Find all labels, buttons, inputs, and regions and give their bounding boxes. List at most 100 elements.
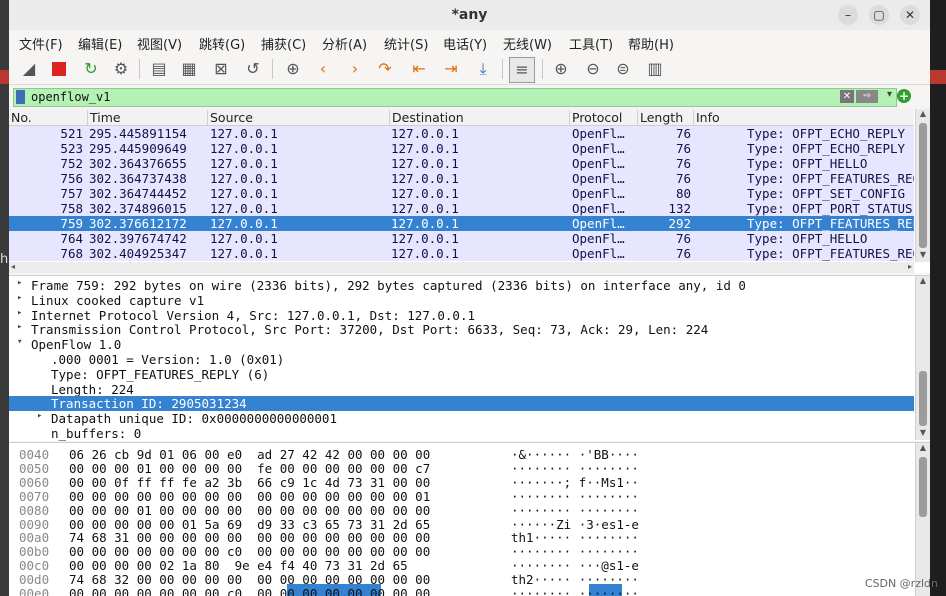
column-source[interactable]: Source	[207, 110, 253, 125]
byte-ascii[interactable]: ·&······ ·'BB····	[511, 447, 639, 462]
scroll-thumb[interactable]	[919, 371, 927, 426]
byte-offset[interactable]: 00a0	[19, 530, 49, 545]
menu-view[interactable]: 视图(V)	[137, 34, 182, 53]
collapsed-arrow-icon[interactable]: ▸	[17, 308, 22, 318]
detail-row[interactable]: n_buffers: 0	[9, 426, 914, 441]
packet-row[interactable]: 752 302.364376655 127.0.0.1 127.0.0.1 OpenFl…	[9, 156, 914, 171]
details-scrollbar[interactable]: ▲ ▼	[915, 276, 930, 440]
byte-hex[interactable]: 00 00 00 00 00 00 00 00 00 00 00 00 00 0…	[69, 489, 430, 504]
detail-row[interactable]: Length: 224	[9, 382, 914, 397]
byte-offset[interactable]: 00d0	[19, 572, 49, 587]
go-first-icon[interactable]: ⇤	[407, 57, 431, 81]
maximize-button[interactable]: ▢	[869, 5, 889, 25]
menu-capture[interactable]: 捕获(C)	[261, 34, 306, 53]
menu-analyze[interactable]: 分析(A)	[322, 34, 367, 53]
scroll-up-icon[interactable]: ▲	[916, 276, 930, 288]
save-file-icon[interactable]: ▦	[177, 57, 201, 81]
expanded-arrow-icon[interactable]: ▾	[17, 337, 22, 347]
collapsed-arrow-icon[interactable]: ▸	[17, 293, 22, 303]
byte-hex[interactable]: 74 68 31 00 00 00 00 00 00 00 00 00 00 0…	[69, 530, 430, 545]
collapsed-arrow-icon[interactable]: ▸	[17, 322, 22, 332]
go-to-packet-icon[interactable]: ↷	[373, 57, 397, 81]
scroll-up-icon[interactable]: ▲	[916, 109, 930, 121]
zoom-in-icon[interactable]: ⊕	[549, 57, 573, 81]
byte-offset[interactable]: 00b0	[19, 544, 49, 559]
detail-row[interactable]: ▸ Frame 759: 292 bytes on wire (2336 bits…	[9, 278, 914, 293]
byte-offset[interactable]: 0050	[19, 461, 49, 476]
stop-capture-icon[interactable]	[47, 57, 71, 81]
column-protocol[interactable]: Protocol	[569, 110, 622, 125]
byte-offset[interactable]: 0090	[19, 517, 49, 532]
bytes-scrollbar[interactable]: ▲	[915, 443, 930, 596]
close-file-icon[interactable]: ⊠	[209, 57, 233, 81]
packet-row[interactable]: 768 302.404925347 127.0.0.1 127.0.0.1 OpenFl…	[9, 246, 914, 261]
find-packet-icon[interactable]: ⊕	[281, 57, 305, 81]
packet-row[interactable]: 758 302.374896015 127.0.0.1 127.0.0.1 OpenFl…	[9, 201, 914, 216]
packet-row[interactable]: 764 302.397674742 127.0.0.1 127.0.0.1 OpenFl…	[9, 231, 914, 246]
byte-hex[interactable]: 00 00 0f ff ff fe a2 3b 66 c9 1c 4d 73 3…	[69, 475, 430, 490]
byte-offset[interactable]: 0080	[19, 503, 49, 518]
byte-hex[interactable]: 00 00 00 01 00 00 00 00 00 00 00 00 00 0…	[69, 503, 430, 518]
scroll-thumb[interactable]	[919, 457, 927, 517]
normal-size-icon[interactable]: ⊜	[611, 57, 635, 81]
detail-row[interactable]: ▸ Transmission Control Protocol, Src Port…	[9, 322, 914, 337]
scroll-down-icon[interactable]: ▼	[916, 250, 930, 262]
bookmark-icon[interactable]	[16, 90, 25, 104]
detail-row[interactable]: Type: OFPT_FEATURES_REPLY (6)	[9, 367, 914, 382]
go-back-icon[interactable]: ‹	[311, 57, 335, 81]
menu-edit[interactable]: 编辑(E)	[78, 34, 122, 53]
byte-ascii[interactable]: ······Zi ·3·es1-e	[511, 517, 639, 532]
filter-dropdown-icon[interactable]: ▾	[887, 89, 892, 100]
scroll-thumb[interactable]	[919, 123, 927, 248]
byte-offset[interactable]: 00c0	[19, 558, 49, 573]
restart-capture-icon[interactable]: ↻	[79, 57, 103, 81]
byte-ascii[interactable]: ········ ········	[511, 503, 639, 518]
menu-telephony[interactable]: 电话(Y)	[443, 34, 487, 53]
column-info[interactable]: Info	[693, 110, 720, 125]
collapsed-arrow-icon[interactable]: ▸	[37, 411, 42, 421]
shark-fin-start-icon[interactable]: ◢	[17, 57, 41, 81]
menu-go[interactable]: 跳转(G)	[199, 34, 245, 53]
column-no[interactable]: No.	[9, 110, 32, 125]
go-last-icon[interactable]: ⇥	[439, 57, 463, 81]
byte-ascii[interactable]: ········ ········	[511, 489, 639, 504]
detail-row[interactable]: ▸ Datapath unique ID: 0x0000000000000001	[9, 411, 914, 426]
scroll-left-icon[interactable]: ◂	[11, 262, 15, 271]
byte-offset[interactable]: 0040	[19, 447, 49, 462]
apply-filter-icon[interactable]: ⇨	[856, 90, 878, 103]
byte-ascii[interactable]: th1····· ········	[511, 530, 639, 545]
scroll-up-icon[interactable]: ▲	[916, 443, 930, 455]
detail-row[interactable]: ▸ Linux cooked capture v1	[9, 293, 914, 308]
column-time[interactable]: Time	[87, 110, 121, 125]
byte-hex[interactable]: 00 00 00 00 00 00 00 c0 00 00 00 00 00 0…	[69, 544, 430, 559]
auto-scroll-icon[interactable]: ⤓	[471, 57, 495, 81]
byte-hex[interactable]: 00 00 00 01 00 00 00 00 fe 00 00 00 00 0…	[69, 461, 430, 476]
reload-file-icon[interactable]: ↺	[241, 57, 265, 81]
column-destination[interactable]: Destination	[389, 110, 464, 125]
detail-row[interactable]: ▸ Internet Protocol Version 4, Src: 127.0…	[9, 308, 914, 323]
menu-statistics[interactable]: 统计(S)	[384, 34, 428, 53]
filter-text[interactable]: openflow_v1	[31, 90, 110, 104]
minimize-button[interactable]: –	[838, 5, 858, 25]
detail-row[interactable]: ▾ OpenFlow 1.0	[9, 337, 914, 352]
byte-ascii[interactable]: ·······; f··Ms1··	[511, 475, 639, 490]
byte-hex[interactable]: 06 26 cb 9d 01 06 00 e0 ad 27 42 42 00 0…	[69, 447, 430, 462]
go-forward-icon[interactable]: ›	[343, 57, 367, 81]
packet-row[interactable]: 756 302.364737438 127.0.0.1 127.0.0.1 OpenFl…	[9, 171, 914, 186]
detail-row[interactable]: Transaction ID: 2905031234	[9, 396, 914, 412]
byte-hex[interactable]: 00 00 00 00 02 1a 80 9e e4 f4 40 73 31 2…	[69, 558, 408, 573]
scroll-right-icon[interactable]: ▸	[908, 262, 912, 271]
byte-offset[interactable]: 0070	[19, 489, 49, 504]
open-file-icon[interactable]: ▤	[147, 57, 171, 81]
byte-offset[interactable]: 00e0	[19, 586, 49, 596]
menu-wireless[interactable]: 无线(W)	[503, 34, 552, 53]
byte-ascii[interactable]: ········ ········	[511, 586, 639, 596]
byte-hex[interactable]: 74 68 32 00 00 00 00 00 00 00 00 00 00 0…	[69, 572, 430, 587]
colorize-icon[interactable]: ≡	[509, 57, 535, 83]
detail-row[interactable]: .000 0001 = Version: 1.0 (0x01)	[9, 352, 914, 367]
resize-columns-icon[interactable]: ▥	[643, 57, 667, 81]
close-window-button[interactable]: ✕	[900, 5, 920, 25]
menu-tools[interactable]: 工具(T)	[569, 34, 613, 53]
byte-offset[interactable]: 0060	[19, 475, 49, 490]
byte-ascii[interactable]: th2····· ········	[511, 572, 639, 587]
